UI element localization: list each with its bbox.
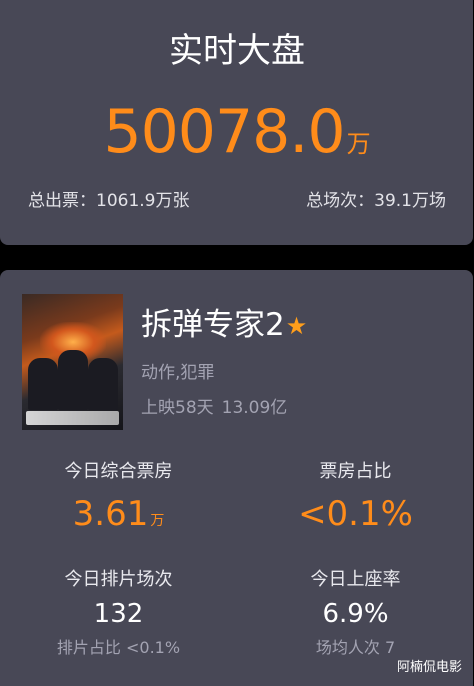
movie-release-info: 上映58天 13.09亿 xyxy=(141,396,287,420)
movie-poster[interactable] xyxy=(22,294,123,430)
occupancy-label: 今日上座率 xyxy=(310,569,401,590)
box-office-share-label: 票房占比 xyxy=(319,461,392,482)
watermark: 阿楠侃电影 xyxy=(396,660,462,675)
star-icon: ★ xyxy=(285,312,308,340)
realtime-total-unit: 万 xyxy=(346,130,371,158)
schedule-share: 排片占比 <0.1% xyxy=(56,638,181,657)
poster-figure xyxy=(58,350,88,410)
cumulative-box-office: 13.09亿 xyxy=(221,398,288,418)
release-days: 上映58天 xyxy=(141,398,214,418)
today-box-office-value: 3.61 万 xyxy=(0,492,237,543)
total-tickets: 总出票：1061.9万张 xyxy=(28,191,190,211)
realtime-total: 50078.0万 xyxy=(0,96,474,183)
movie-title-text: 拆弹专家2 xyxy=(141,307,285,343)
total-shows: 总场次：39.1万场 xyxy=(306,191,446,211)
poster-figure xyxy=(28,358,58,410)
realtime-total-value: 50078.0 xyxy=(103,97,345,167)
today-box-office-number: 3.61 xyxy=(72,494,149,534)
movie-genre: 动作,犯罪 xyxy=(141,363,215,383)
schedule-count-value: 132 xyxy=(93,599,144,629)
box-office-share-value: <0.1% xyxy=(298,494,413,534)
poster-figure xyxy=(88,358,118,410)
today-box-office-label: 今日综合票房 xyxy=(64,461,173,482)
realtime-title: 实时大盘 xyxy=(169,31,305,71)
occupancy-value: 6.9% xyxy=(322,599,389,629)
poster-logo xyxy=(26,411,119,425)
average-audience: 场均人次 7 xyxy=(315,638,396,657)
today-box-office-unit: 万 xyxy=(150,513,165,529)
schedule-count-label: 今日排片场次 xyxy=(64,569,173,590)
movie-title[interactable]: 拆弹专家2★ xyxy=(141,305,307,347)
